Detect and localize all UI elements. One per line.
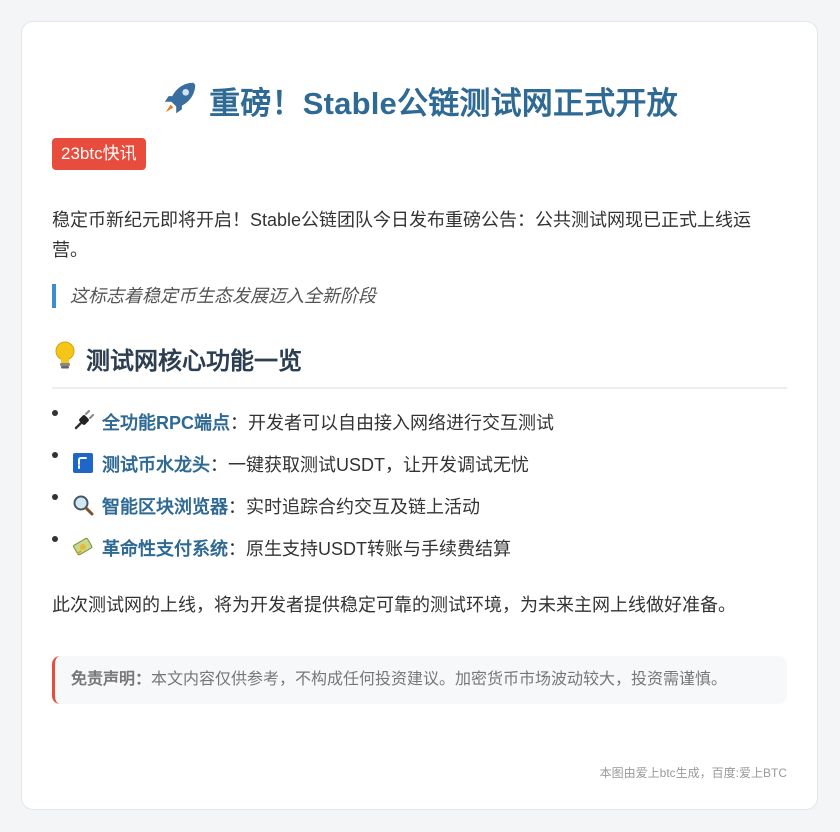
disclaimer-text: 本文内容仅供参考，不构成任何投资建议。加密货币市场波动较大，投资需谨慎。 — [151, 671, 728, 688]
rocket-icon — [161, 79, 199, 122]
plug-icon — [72, 409, 94, 437]
list-item: 全功能RPC端点：开发者可以自由接入网络进行交互测试 — [52, 402, 787, 444]
article-card: 重磅！Stable公链测试网正式开放 23btc快讯 稳定币新纪元即将开启！St… — [21, 21, 818, 810]
list-item: 革命性支付系统：原生支持USDT转账与手续费结算 — [52, 528, 787, 570]
list-item: 测试币水龙头：一键获取测试USDT，让开发调试无忧 — [52, 444, 787, 486]
feature-desc: ：实时追踪合约交互及链上活动 — [228, 497, 480, 517]
closing-paragraph: 此次测试网的上线，将为开发者提供稳定可靠的测试环境，为未来主网上线做好准备。 — [52, 595, 736, 615]
list-item: 智能区块浏览器：实时追踪合约交互及链上活动 — [52, 486, 787, 528]
magnifier-icon — [72, 494, 94, 521]
feature-list: 全功能RPC端点：开发者可以自由接入网络进行交互测试 测试币水龙头：一键获取测试… — [52, 402, 787, 570]
source-badge: 23btc快讯 — [52, 138, 146, 170]
disclaimer-label: 免责声明： — [71, 671, 152, 688]
feature-name: 革命性支付系统 — [102, 539, 228, 559]
feature-desc: ：一键获取测试USDT，让开发调试无忧 — [210, 455, 529, 475]
feature-name: 测试币水龙头 — [102, 455, 210, 475]
bullet — [52, 452, 58, 458]
section-heading: 测试网核心功能一览 — [52, 340, 787, 389]
page-title: 重磅！Stable公链测试网正式开放 — [209, 86, 678, 121]
bullet — [52, 494, 58, 500]
feature-name: 全功能RPC端点 — [102, 413, 231, 433]
bullet — [52, 536, 58, 542]
section-title: 测试网核心功能一览 — [86, 348, 302, 375]
highlight-quote: 这标志着稳定币生态发展迈入全新阶段 — [52, 284, 787, 308]
intro-paragraph: 稳定币新纪元即将开启！Stable公链团队今日发布重磅公告：公共测试网现已正式上… — [52, 210, 752, 260]
disclaimer-box: 免责声明：本文内容仅供参考，不构成任何投资建议。加密货币市场波动较大，投资需谨慎… — [52, 656, 787, 704]
footer-credit: 本图由爱上btc生成，百度:爱上BTC — [599, 766, 787, 780]
faucet-icon — [72, 452, 94, 479]
lightbulb-icon — [52, 340, 78, 377]
bullet — [52, 410, 58, 416]
money-icon — [72, 536, 94, 563]
feature-name: 智能区块浏览器 — [102, 497, 228, 517]
feature-desc: ：原生支持USDT转账与手续费结算 — [228, 539, 511, 559]
feature-desc: ：开发者可以自由接入网络进行交互测试 — [230, 413, 555, 433]
title-row: 重磅！Stable公链测试网正式开放 — [52, 78, 787, 123]
